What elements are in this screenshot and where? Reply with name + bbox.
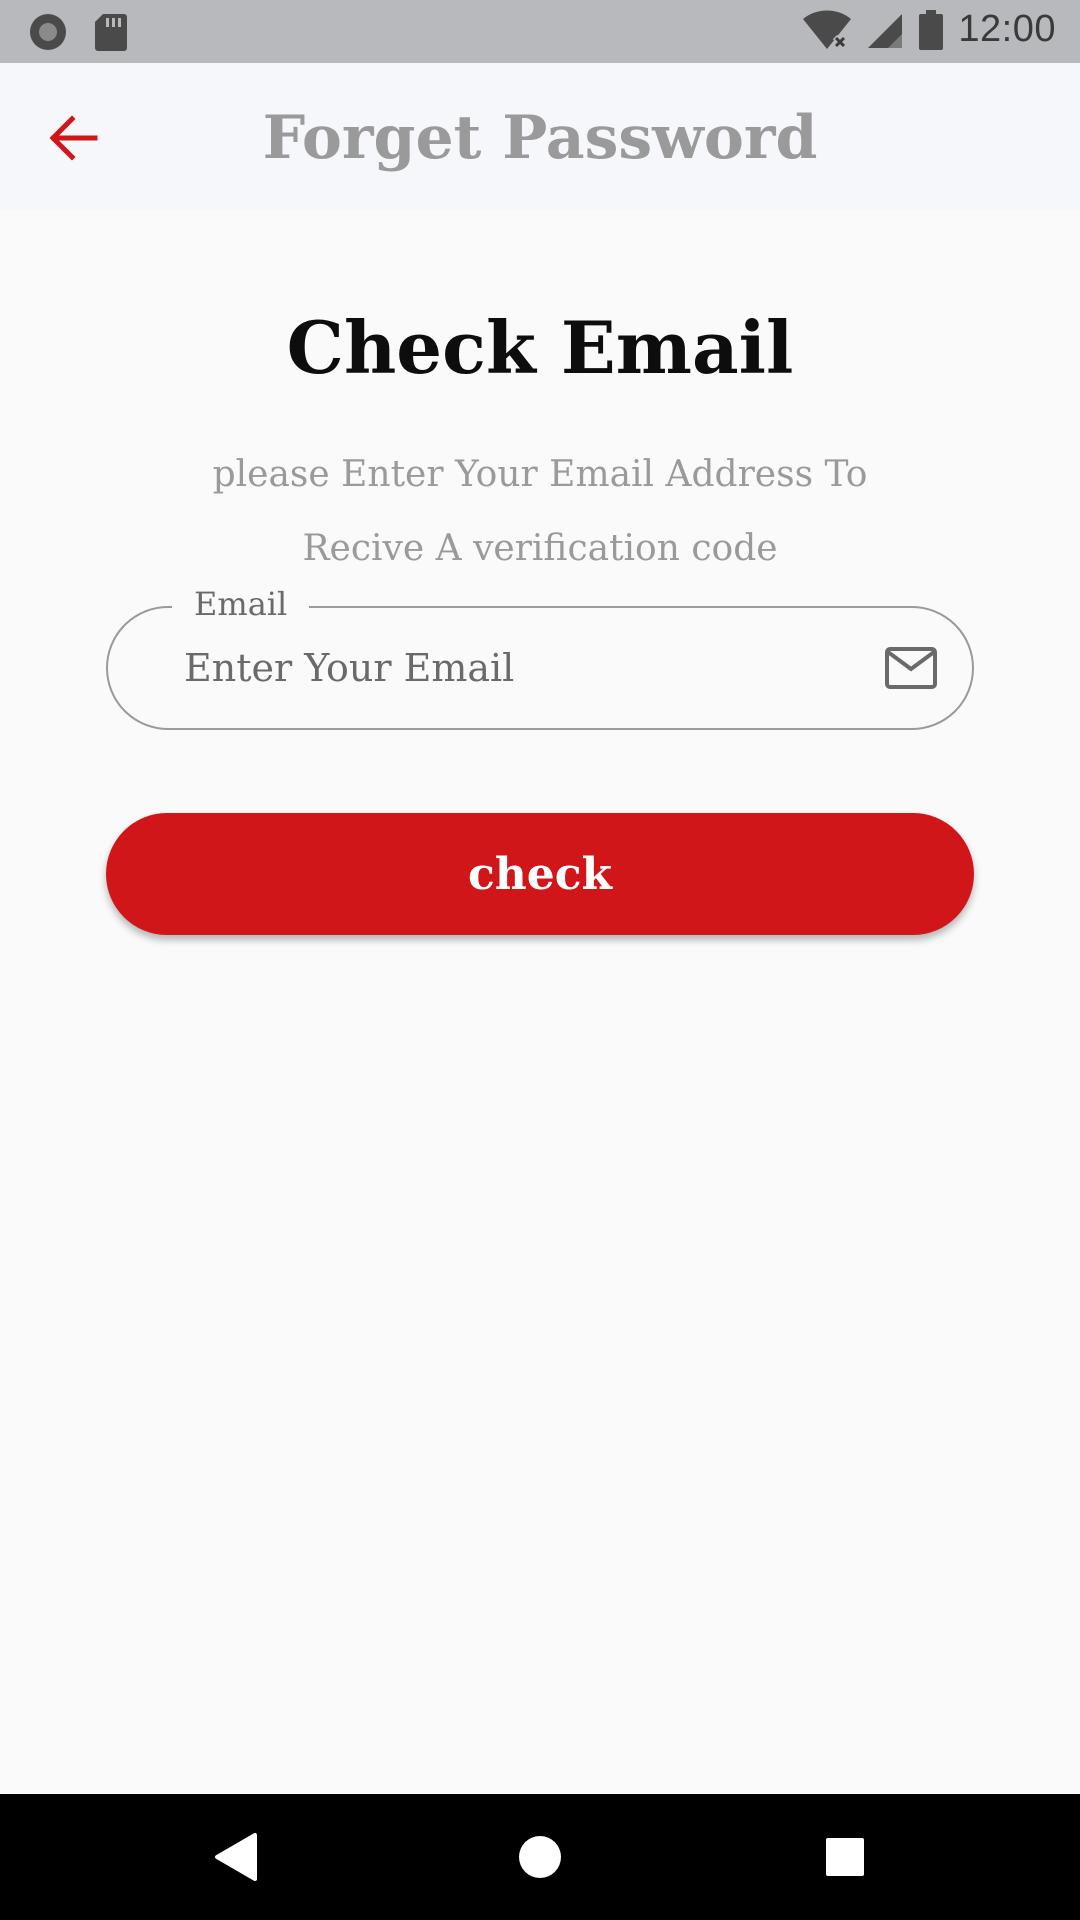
email-field-label: Email bbox=[172, 584, 310, 624]
square-recents-icon bbox=[826, 1838, 864, 1876]
recents-nav-button[interactable] bbox=[800, 1794, 890, 1920]
email-field[interactable]: Email bbox=[106, 584, 974, 730]
mail-icon bbox=[885, 647, 937, 689]
status-bar: 12:00 bbox=[0, 0, 1080, 63]
check-button[interactable]: check bbox=[106, 813, 974, 935]
record-icon bbox=[30, 14, 66, 50]
wifi-off-icon bbox=[803, 9, 852, 49]
back-nav-button[interactable] bbox=[190, 1794, 280, 1920]
instruction-text: please Enter Your Email Address To Reciv… bbox=[212, 454, 868, 569]
check-email-heading: Check Email bbox=[286, 305, 794, 390]
cell-signal-icon bbox=[868, 13, 903, 48]
app-bar: Forget Password bbox=[0, 63, 1080, 210]
page-title: Forget Password bbox=[262, 103, 818, 173]
sd-card-icon bbox=[95, 14, 127, 51]
screen: 12:00 Forget Password Check Email please… bbox=[0, 0, 1080, 1920]
triangle-back-icon bbox=[215, 1833, 257, 1881]
battery-icon bbox=[919, 9, 944, 50]
home-nav-button[interactable] bbox=[495, 1794, 585, 1920]
email-input[interactable] bbox=[184, 636, 824, 700]
status-time: 12:00 bbox=[958, 8, 1056, 50]
circle-home-icon bbox=[519, 1836, 561, 1878]
navigation-bar bbox=[0, 1794, 1080, 1920]
